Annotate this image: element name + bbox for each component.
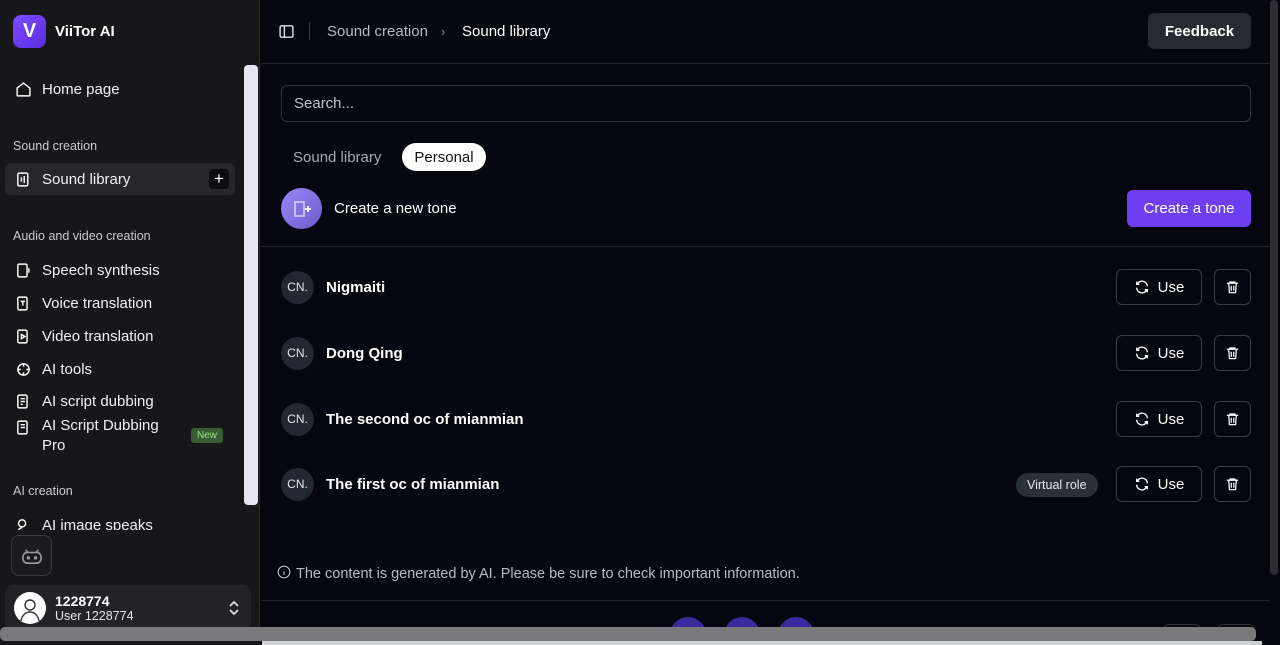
sidebar-nav: Home page Sound creation Sound library +… (0, 70, 244, 530)
voice-row: CN. The second oc of mianmian Use (281, 401, 1251, 437)
chevron-up-down-icon[interactable] (228, 599, 240, 622)
refresh-icon (1135, 280, 1148, 294)
language-badge: CN. (281, 270, 314, 304)
sidebar: V ViiTor AI Home page Sound creation Sou… (0, 0, 260, 645)
trash-icon (1226, 478, 1239, 491)
toggle-sidebar-icon[interactable] (278, 23, 295, 45)
use-label: Use (1157, 344, 1185, 362)
sound-library-icon (14, 170, 32, 188)
ai-tools-icon (14, 360, 32, 378)
voice-row: CN. Dong Qing Use (281, 335, 1251, 371)
sidebar-item-label: AI tools (42, 360, 93, 378)
sidebar-item-speech-synthesis[interactable]: Speech synthesis (5, 254, 235, 286)
create-tone-icon[interactable] (281, 188, 322, 229)
sidebar-item-label: Voice translation (42, 294, 153, 312)
add-sound-button[interactable]: + (209, 169, 229, 189)
sidebar-item-label: AI script dubbing (42, 392, 154, 410)
delete-button[interactable] (1214, 335, 1251, 371)
sidebar-scrollbar[interactable] (244, 65, 258, 505)
disclaimer-text: The content is generated by AI. Please b… (296, 566, 800, 582)
home-icon (14, 80, 32, 98)
voice-translation-icon (14, 294, 32, 312)
use-button[interactable]: Use (1116, 466, 1202, 502)
sidebar-item-ai-tools[interactable]: AI tools (5, 353, 235, 385)
script-dubbing-pro-icon (14, 418, 32, 436)
sidebar-item-label: AI Script Dubbing Pro (42, 417, 159, 454)
video-translation-icon (14, 327, 32, 345)
brand-logo: V (13, 15, 46, 48)
section-label-ai: AI creation (13, 484, 73, 498)
sidebar-item-ai-image-speaks[interactable]: AI image speaks (5, 509, 235, 530)
sidebar-item-home[interactable]: Home page (5, 73, 235, 105)
refresh-icon (1135, 346, 1148, 360)
user-card[interactable]: 1228774 User 1228774 (5, 585, 251, 631)
brand-name: ViiTor AI (55, 23, 115, 40)
page-strip (262, 641, 1262, 645)
sidebar-item-sound-library[interactable]: Sound library + (5, 163, 235, 195)
use-label: Use (1157, 278, 1185, 296)
info-icon (277, 565, 291, 583)
trash-icon (1226, 281, 1239, 294)
sidebar-item-voice-translation[interactable]: Voice translation (5, 287, 235, 319)
ai-disclaimer: The content is generated by AI. Please b… (277, 565, 800, 583)
voice-row: CN. The first oc of mianmian Virtual rol… (281, 466, 1251, 502)
refresh-icon (1135, 477, 1148, 491)
create-tone-button[interactable]: Create a tone (1127, 190, 1251, 227)
use-label: Use (1157, 475, 1185, 493)
top-bar: Sound creation › Sound library Feedback (261, 0, 1270, 64)
delete-button[interactable] (1214, 269, 1251, 305)
language-badge: CN. (281, 402, 314, 436)
refresh-icon (1135, 412, 1148, 426)
brand[interactable]: V ViiTor AI (13, 15, 115, 48)
tab-sound-library[interactable]: Sound library (281, 143, 393, 171)
voice-name: The second oc of mianmian (326, 410, 524, 428)
user-subtitle: User 1228774 (55, 609, 134, 623)
tab-personal[interactable]: Personal (402, 143, 486, 171)
sidebar-item-label: Speech synthesis (42, 261, 160, 279)
image-speaks-icon (14, 516, 32, 530)
sidebar-item-label: AI image speaks (42, 516, 153, 531)
robot-assistant-button[interactable] (11, 535, 52, 576)
language-badge: CN. (281, 467, 314, 501)
use-label: Use (1157, 410, 1185, 428)
breadcrumb-current: Sound library (462, 23, 551, 40)
create-tone-text[interactable]: Create a new tone (334, 200, 457, 217)
use-button[interactable]: Use (1116, 269, 1202, 305)
avatar (14, 592, 46, 624)
language-badge: CN. (281, 336, 314, 370)
vertical-scrollbar[interactable] (1270, 0, 1278, 575)
section-label-sound: Sound creation (13, 139, 98, 153)
divider (309, 22, 310, 40)
horizontal-scrollbar[interactable] (0, 627, 1256, 641)
trash-icon (1226, 347, 1239, 360)
use-button[interactable]: Use (1116, 335, 1202, 371)
voice-name: Dong Qing (326, 344, 403, 362)
divider (261, 246, 1270, 247)
voice-name: The first oc of mianmian (326, 475, 500, 493)
sidebar-item-video-translation[interactable]: Video translation (5, 320, 235, 352)
section-label-av: Audio and video creation (13, 229, 151, 243)
trash-icon (1226, 413, 1239, 426)
script-dubbing-icon (14, 392, 32, 410)
sidebar-item-label: Video translation (42, 327, 154, 345)
feedback-button[interactable]: Feedback (1148, 13, 1251, 49)
virtual-role-badge: Virtual role (1016, 473, 1098, 497)
new-badge: New (191, 428, 224, 443)
chevron-right-icon: › (441, 24, 446, 39)
robot-icon (21, 548, 42, 564)
tabs: Sound library Personal (281, 143, 495, 171)
delete-button[interactable] (1214, 401, 1251, 437)
search-input[interactable] (281, 85, 1251, 122)
sidebar-item-label: Home page (42, 80, 120, 98)
voice-name: Nigmaiti (326, 278, 386, 296)
user-id: 1228774 (55, 593, 110, 609)
voice-row: CN. Nigmaiti Use (281, 269, 1251, 305)
sidebar-item-label: Sound library (42, 170, 131, 188)
speech-icon (14, 261, 32, 279)
breadcrumb-parent[interactable]: Sound creation (327, 23, 428, 40)
delete-button[interactable] (1214, 466, 1251, 502)
use-button[interactable]: Use (1116, 401, 1202, 437)
user-info: 1228774 User 1228774 (55, 593, 134, 623)
divider (261, 600, 1270, 601)
